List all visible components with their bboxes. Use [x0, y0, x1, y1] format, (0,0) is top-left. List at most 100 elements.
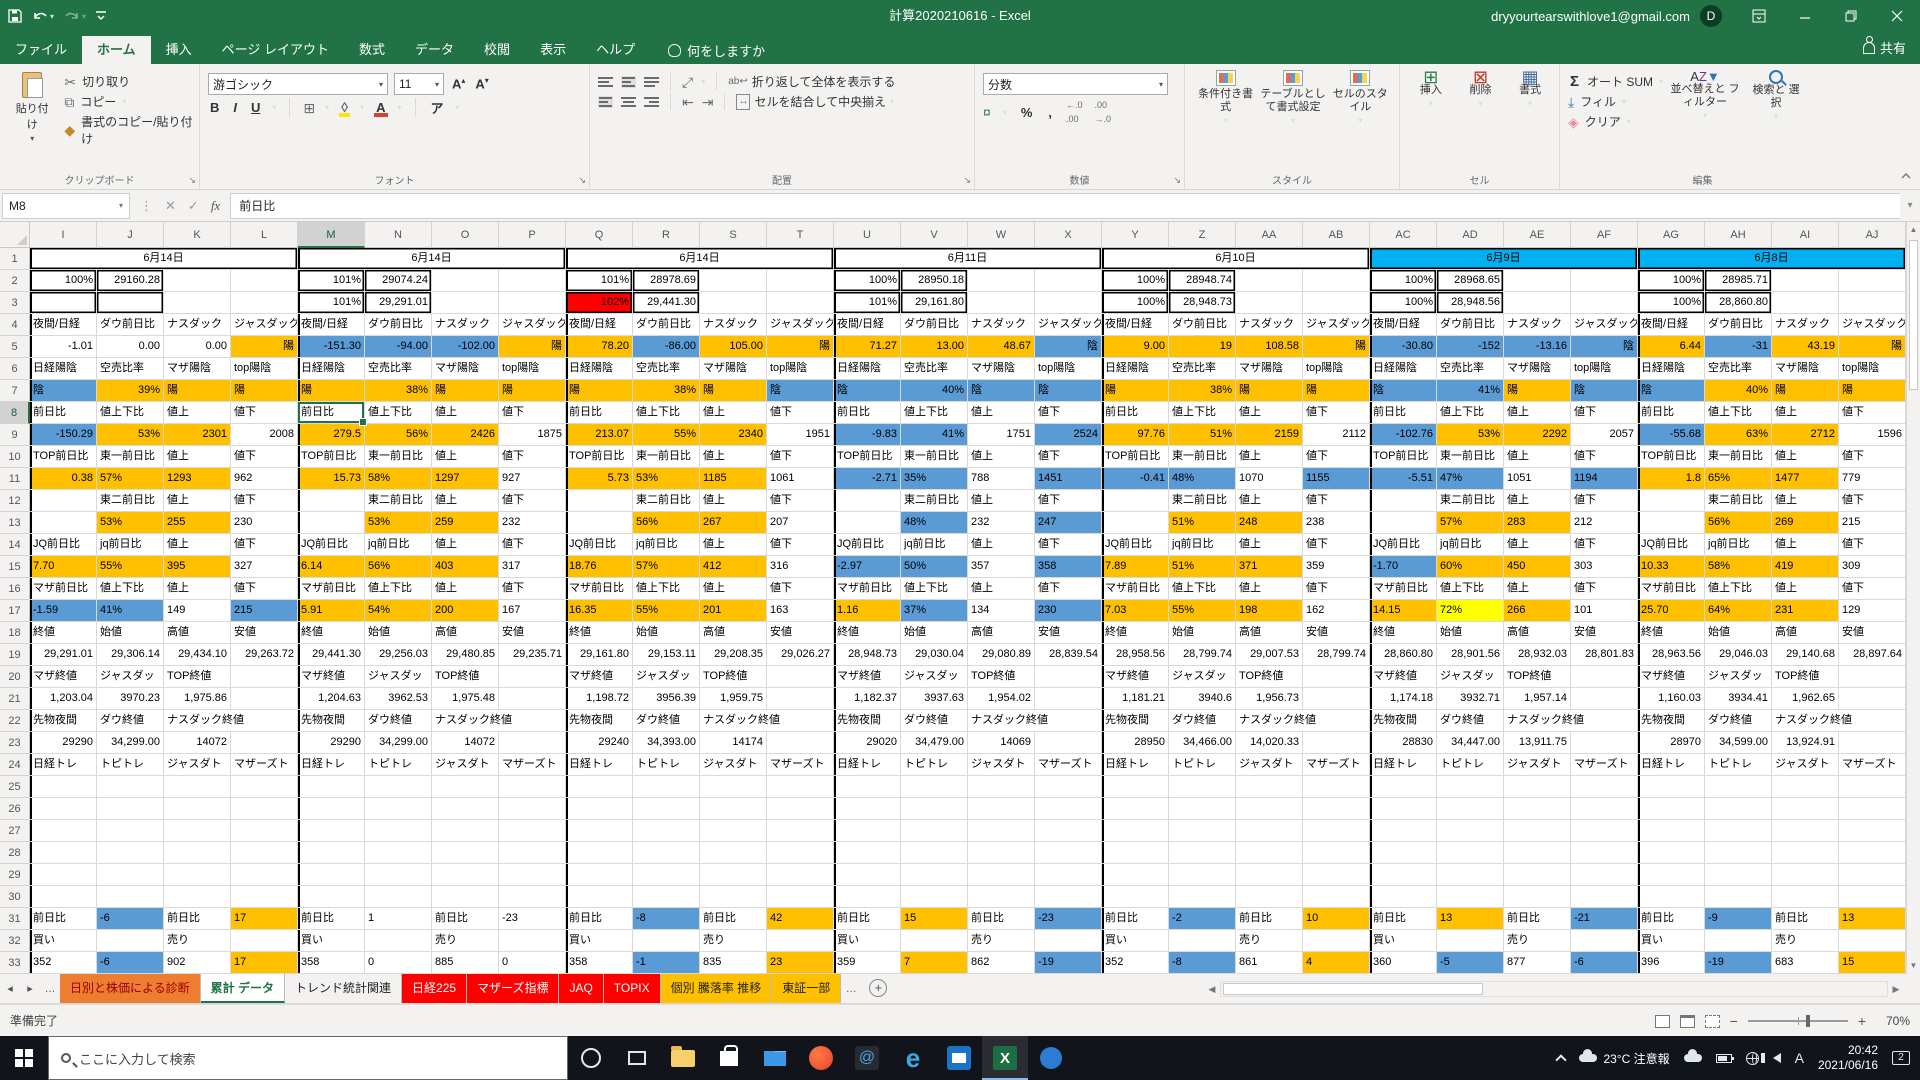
column-header-AD[interactable]: AD	[1437, 222, 1504, 248]
cell[interactable]	[432, 886, 499, 908]
cell[interactable]: 34,447.00	[1437, 732, 1504, 754]
cell[interactable]	[1839, 732, 1906, 754]
sheet-tab-日別と株価による診断[interactable]: 日別と株価による診断	[60, 974, 201, 1003]
label-cell[interactable]: 始値	[633, 622, 700, 644]
notification-center-icon[interactable]: 2	[1892, 1051, 1910, 1065]
cell[interactable]: 28,799.74	[1303, 644, 1370, 666]
cell[interactable]: 357	[968, 556, 1035, 578]
cell[interactable]: 57%	[97, 468, 164, 490]
index-cell[interactable]: 29074.24	[365, 270, 432, 292]
cell[interactable]: 10.33	[1638, 556, 1705, 578]
cell[interactable]	[1370, 842, 1437, 864]
column-header-AB[interactable]: AB	[1303, 222, 1370, 248]
cell[interactable]: 前日比	[298, 908, 365, 930]
label-cell[interactable]	[499, 666, 566, 688]
cell[interactable]	[499, 292, 566, 314]
cell[interactable]	[298, 512, 365, 534]
cell[interactable]: 358	[1035, 556, 1102, 578]
label-cell[interactable]: 値上下比	[901, 578, 968, 600]
label-cell[interactable]: ジャスダック	[767, 314, 834, 336]
cell[interactable]	[231, 842, 298, 864]
label-cell[interactable]: 東二前日比	[1169, 490, 1236, 512]
cell[interactable]: 4	[1303, 952, 1370, 974]
cell[interactable]: 1051	[1504, 468, 1571, 490]
cell[interactable]	[968, 270, 1035, 292]
label-cell[interactable]	[1035, 666, 1102, 688]
page-layout-view-icon[interactable]	[1680, 1015, 1695, 1028]
label-cell[interactable]: 始値	[365, 622, 432, 644]
format-as-table-button[interactable]: テーブルとして書式設定▾	[1260, 70, 1325, 171]
autosum-button[interactable]: Σオート SUM▾	[1568, 73, 1663, 90]
label-cell[interactable]: 日経陽陰	[30, 358, 97, 380]
cell[interactable]: 105.00	[700, 336, 767, 358]
cell[interactable]: 34,393.00	[633, 732, 700, 754]
cell[interactable]: 15	[1839, 952, 1906, 974]
cell[interactable]: 47%	[1437, 468, 1504, 490]
formula-input[interactable]: 前日比	[230, 193, 1900, 219]
pct-cell[interactable]: 101%	[298, 292, 365, 314]
cell[interactable]: 陽	[231, 380, 298, 402]
cell[interactable]	[365, 886, 432, 908]
label-cell[interactable]: マザーズト	[1303, 754, 1370, 776]
label-cell[interactable]: ナスダック終値	[1504, 710, 1638, 732]
row-header-6[interactable]: 6	[0, 358, 30, 380]
label-cell[interactable]: ジャスダッ	[633, 666, 700, 688]
insert-cells-button[interactable]: ⊞ 挿入▾	[1408, 70, 1454, 171]
cell[interactable]	[1571, 776, 1638, 798]
cell[interactable]: 陰	[1370, 380, 1437, 402]
cell[interactable]	[164, 820, 231, 842]
cell[interactable]	[700, 842, 767, 864]
cell[interactable]: 10	[1303, 908, 1370, 930]
label-cell[interactable]: 高値	[164, 622, 231, 644]
cell[interactable]: -102.00	[432, 336, 499, 358]
cell[interactable]: 358	[298, 952, 365, 974]
label-cell[interactable]: 売り	[700, 930, 767, 952]
row-header-13[interactable]: 13	[0, 512, 30, 534]
label-cell[interactable]: 値上下比	[633, 578, 700, 600]
label-cell[interactable]: ダウ終値	[633, 710, 700, 732]
label-cell[interactable]: 値上下比	[97, 402, 164, 424]
cell[interactable]: 1,959.75	[700, 688, 767, 710]
cell[interactable]: 55%	[97, 556, 164, 578]
cell[interactable]: 200	[432, 600, 499, 622]
label-cell[interactable]: jq前日比	[633, 534, 700, 556]
cell[interactable]	[97, 820, 164, 842]
ribbon-tab-データ[interactable]: データ	[400, 36, 469, 64]
cell[interactable]	[1504, 776, 1571, 798]
cell[interactable]	[298, 886, 365, 908]
label-cell[interactable]: TOP終値	[1504, 666, 1571, 688]
cell[interactable]: -19	[1035, 952, 1102, 974]
cell[interactable]: -1.59	[30, 600, 97, 622]
cell[interactable]: 60%	[1437, 556, 1504, 578]
label-cell[interactable]: ジャスダッ	[1705, 666, 1772, 688]
label-cell[interactable]	[1638, 490, 1705, 512]
cell[interactable]: 3940.6	[1169, 688, 1236, 710]
date-cell[interactable]: 6月14日	[298, 248, 566, 270]
pct-cell[interactable]: 101%	[566, 270, 633, 292]
label-cell[interactable]: 高値	[700, 622, 767, 644]
cell[interactable]: 前日比	[1102, 908, 1169, 930]
cell[interactable]: 1,962.65	[1772, 688, 1839, 710]
sheet-tab-東証一部[interactable]: 東証一部	[772, 974, 841, 1003]
label-cell[interactable]: 値上	[1772, 402, 1839, 424]
column-header-AG[interactable]: AG	[1638, 222, 1705, 248]
label-cell[interactable]: 値下	[1571, 446, 1638, 468]
label-cell[interactable]: 値上	[1504, 578, 1571, 600]
cell[interactable]: 238	[1303, 512, 1370, 534]
cell[interactable]	[1035, 732, 1102, 754]
cell[interactable]: 陰	[1035, 336, 1102, 358]
column-header-R[interactable]: R	[633, 222, 700, 248]
label-cell[interactable]: 買い	[834, 930, 901, 952]
label-cell[interactable]: 空売比率	[1169, 358, 1236, 380]
cell[interactable]	[1839, 798, 1906, 820]
cell[interactable]: 134	[968, 600, 1035, 622]
cell[interactable]: -2.71	[834, 468, 901, 490]
label-cell[interactable]: 売り	[432, 930, 499, 952]
cell[interactable]: 陽	[1102, 380, 1169, 402]
label-cell[interactable]: top陽陰	[499, 358, 566, 380]
cell[interactable]: 53%	[97, 512, 164, 534]
horizontal-scrollbar[interactable]: ◀ ▶	[1204, 979, 1904, 999]
cell[interactable]: 50%	[901, 556, 968, 578]
pct-cell[interactable]: 100%	[1370, 292, 1437, 314]
cell[interactable]	[834, 512, 901, 534]
